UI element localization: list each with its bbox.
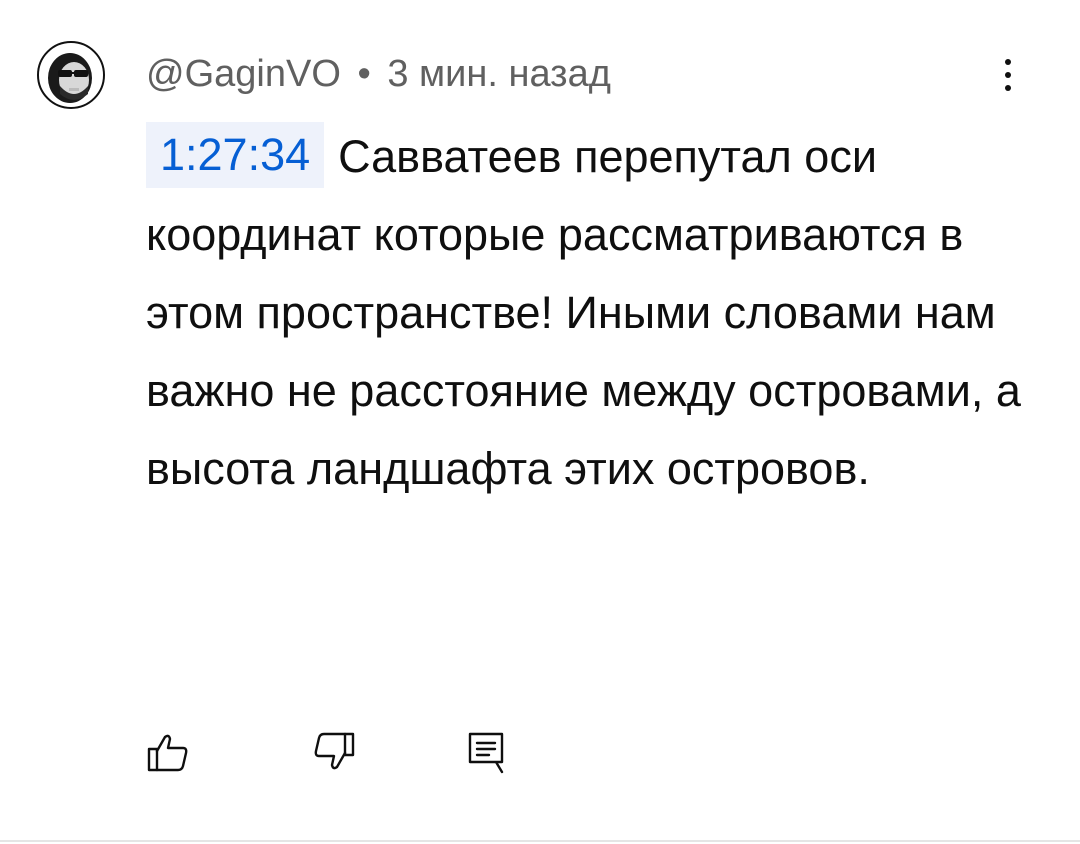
thumbs-up-icon [146,730,190,779]
timestamp-link[interactable]: 1:27:34 [146,122,325,188]
comment-item: @GaginVO • 3 мин. назад 1:27:34 Савватеев… [0,0,1080,844]
comment-meta: @GaginVO • 3 мин. назад [146,50,611,98]
reply-button[interactable] [458,724,514,784]
comment-body: 1:27:34 Савватеев перепутал оси координат… [146,118,1026,508]
avatar[interactable] [36,40,106,110]
menu-dot [1005,85,1011,91]
reply-comment-icon [464,728,508,781]
more-vert-icon[interactable] [990,50,1026,100]
comment-time[interactable]: 3 мин. назад [387,53,611,95]
like-button[interactable] [140,724,196,784]
author-name[interactable]: @GaginVO [146,53,341,95]
thumbs-down-icon [312,730,356,779]
dislike-button[interactable] [306,724,362,784]
divider [0,840,1080,842]
comment-actions [140,724,540,784]
meta-separator: • [357,53,371,95]
menu-dot [1005,72,1011,78]
menu-dot [1005,59,1011,65]
